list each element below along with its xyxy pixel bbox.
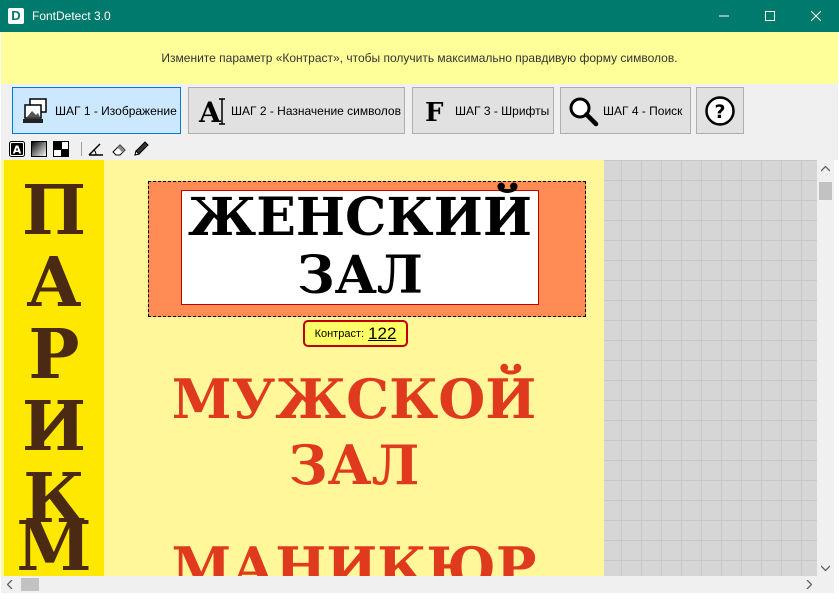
image-text-line: ЗАЛ xyxy=(288,433,420,497)
svg-text:F: F xyxy=(425,98,444,126)
help-button[interactable]: ? xyxy=(696,87,744,134)
app-icon: D xyxy=(8,8,24,24)
scroll-corner xyxy=(817,576,834,593)
step-4-label: ШАГ 4 - Поиск xyxy=(603,103,683,118)
step-4-search-button[interactable]: ШАГ 4 - Поиск xyxy=(560,87,691,134)
step-2-symbols-button[interactable]: A ШАГ 2 - Назначение символов xyxy=(188,87,405,134)
selected-text-line: ЖЕНСКИЙ xyxy=(188,187,532,248)
vertical-letter: П xyxy=(21,171,87,251)
vertical-letter: И xyxy=(21,387,87,467)
auto-contrast-icon[interactable]: A xyxy=(8,140,26,158)
svg-text:A: A xyxy=(198,96,222,127)
image-tools-toolbar: A xyxy=(1,138,838,160)
image-icon xyxy=(17,93,53,129)
vertical-scrollbar[interactable] xyxy=(817,160,834,576)
step-1-label: ШАГ 1 - Изображение xyxy=(55,103,177,118)
step-1-image-button[interactable]: ШАГ 1 - Изображение xyxy=(12,87,181,134)
processed-text-area: ЖЕНСКИЙ ЗАЛ xyxy=(181,187,539,306)
contrast-value[interactable]: 122 xyxy=(368,324,396,344)
letter-f-icon: F xyxy=(417,93,453,129)
scroll-up-icon[interactable] xyxy=(817,160,834,177)
window-title: FontDetect 3.0 xyxy=(32,9,111,23)
threshold-icon[interactable] xyxy=(52,140,70,158)
letter-a-icon: A xyxy=(193,93,229,129)
maximize-icon xyxy=(765,11,775,21)
image-text-line: МУЖСКОЙ xyxy=(171,367,537,431)
selection-rectangle[interactable]: ЖЕНСКИЙ ЗАЛ xyxy=(148,181,586,317)
minimize-icon xyxy=(719,15,729,17)
vertical-letter: А xyxy=(26,243,82,323)
close-button[interactable] xyxy=(793,0,839,32)
image-viewport[interactable]: П А Р И К М ЖЕНСКИЙ ЗАЛ Контраст: 122 МУ… xyxy=(1,160,817,576)
scroll-left-icon[interactable] xyxy=(1,576,18,593)
image-text-line: МАНИКЮР xyxy=(171,535,537,576)
magnifier-icon xyxy=(565,93,601,129)
rotate-angle-icon[interactable] xyxy=(87,140,105,158)
horizontal-scroll-thumb[interactable] xyxy=(21,578,39,591)
minimize-button[interactable] xyxy=(701,0,747,32)
scroll-down-icon[interactable] xyxy=(817,559,834,576)
scroll-right-icon[interactable] xyxy=(800,576,817,593)
help-icon: ? xyxy=(702,93,738,129)
steps-toolbar: ШАГ 1 - Изображение A ШАГ 2 - Назначение… xyxy=(1,84,838,138)
step-3-label: ШАГ 3 - Шрифты xyxy=(455,103,550,118)
pencil-icon[interactable] xyxy=(132,140,150,158)
maximize-button[interactable] xyxy=(747,0,793,32)
horizontal-scrollbar[interactable] xyxy=(1,576,817,593)
title-bar: D FontDetect 3.0 xyxy=(0,0,839,32)
svg-text:?: ? xyxy=(714,101,725,123)
contrast-label: Контраст: xyxy=(314,327,365,340)
source-image: П А Р И К М ЖЕНСКИЙ ЗАЛ Контраст: 122 МУ… xyxy=(1,160,604,576)
step-2-label: ШАГ 2 - Назначение символов xyxy=(231,103,401,118)
step-3-fonts-button[interactable]: F ШАГ 3 - Шрифты xyxy=(412,87,554,134)
hint-banner: Измените параметр «Контраст», чтобы полу… xyxy=(1,32,838,84)
toolbar-separator xyxy=(81,142,82,156)
gradient-icon[interactable] xyxy=(30,140,48,158)
eraser-icon[interactable] xyxy=(110,140,128,158)
vertical-letter: Р xyxy=(28,315,80,395)
contrast-control[interactable]: Контраст: 122 xyxy=(303,320,408,347)
vertical-letter: М xyxy=(16,507,92,576)
close-icon xyxy=(811,11,821,21)
selected-text-line: ЗАЛ xyxy=(297,245,423,306)
vertical-scroll-thumb[interactable] xyxy=(819,182,832,200)
svg-text:A: A xyxy=(13,144,22,157)
